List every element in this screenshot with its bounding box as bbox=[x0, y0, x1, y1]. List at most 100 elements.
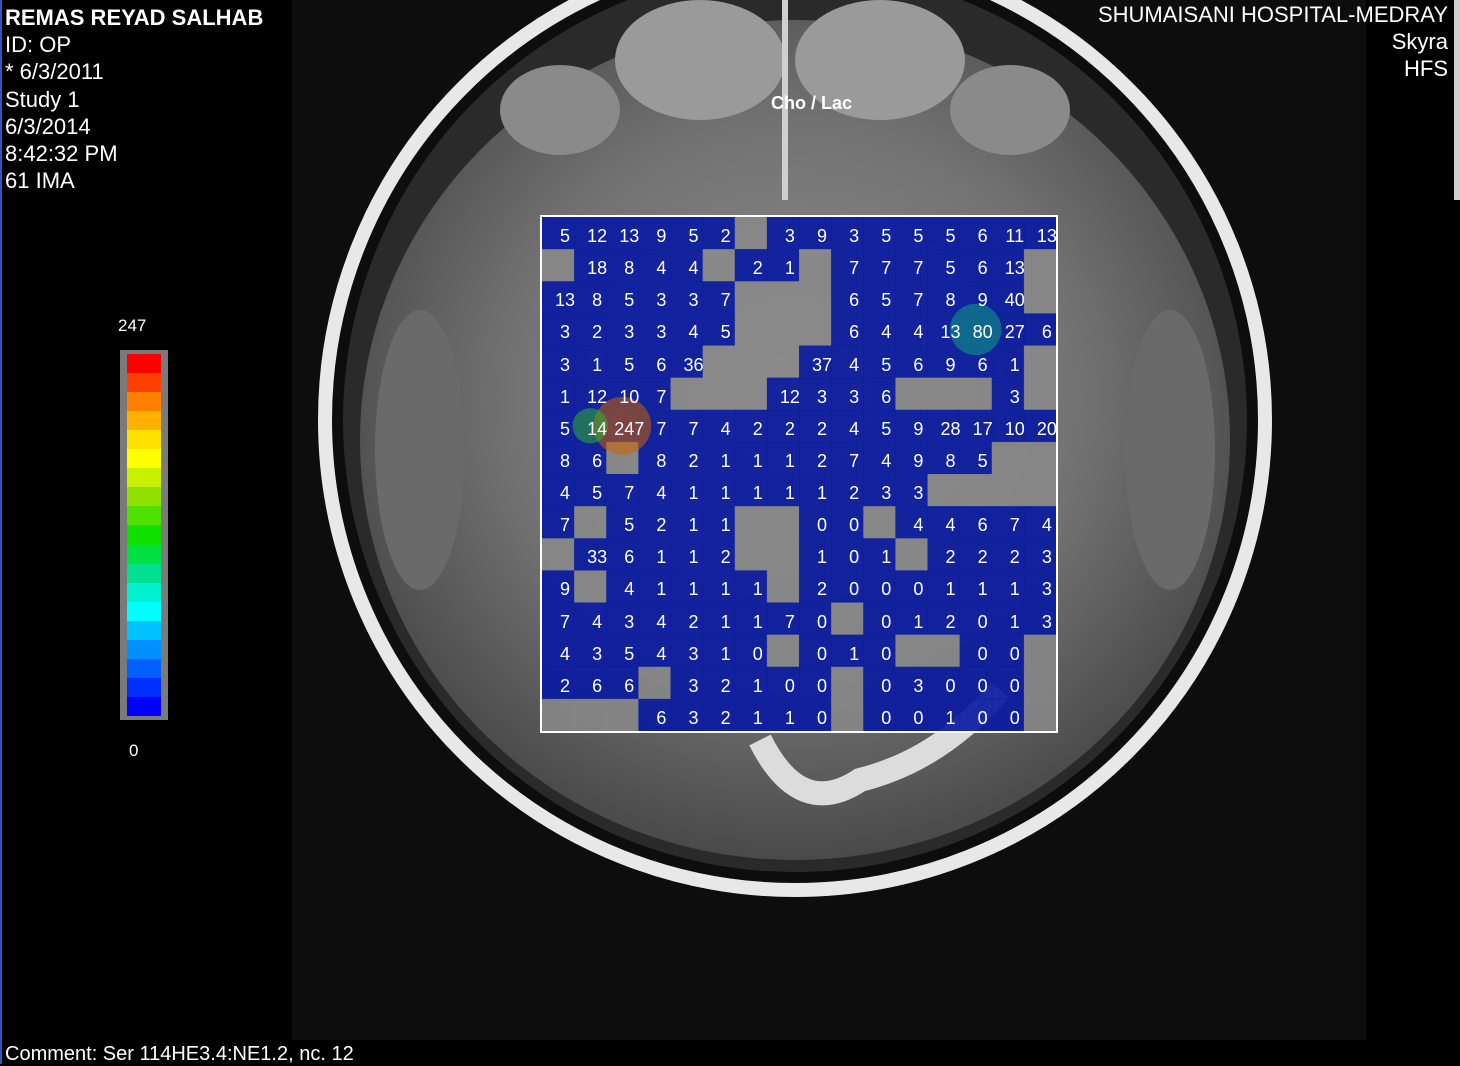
voxel-value: 9 bbox=[913, 450, 924, 471]
masked-voxel[interactable] bbox=[959, 474, 993, 507]
masked-voxel[interactable] bbox=[606, 698, 639, 731]
spectroscopy-grid[interactable]: 5 12 13 9 5 2 3 9 3 5 5 5 6 11 13 18 8 4 4 2 1 7 7 7 5 6 13 13 8 5 3 3 7… bbox=[540, 215, 1058, 733]
masked-voxel[interactable] bbox=[542, 249, 575, 282]
metabolite-map-title: Cho / Lac bbox=[771, 93, 853, 113]
voxel-value: 1 bbox=[784, 450, 795, 471]
scrollbar-thumb[interactable] bbox=[1454, 0, 1460, 200]
voxel-value: 4 bbox=[881, 450, 892, 471]
colorbar-segment bbox=[127, 487, 161, 507]
masked-voxel[interactable] bbox=[927, 377, 961, 411]
voxel-value: 0 bbox=[881, 579, 892, 600]
series-comment: Comment: Ser 114HE3.4:NE1.2, nc. 12 bbox=[5, 1043, 354, 1065]
colorbar-segment bbox=[127, 563, 161, 584]
colorbar-segment bbox=[127, 639, 161, 660]
voxel-value: 1 bbox=[881, 547, 892, 568]
voxel-value: 6 bbox=[592, 675, 603, 696]
voxel-value: 1 bbox=[752, 611, 763, 632]
masked-voxel[interactable] bbox=[799, 313, 832, 346]
masked-voxel[interactable] bbox=[702, 377, 736, 411]
voxel-value: 7 bbox=[559, 611, 570, 632]
voxel-value: 3 bbox=[688, 675, 699, 696]
colorbar-scale bbox=[127, 354, 161, 717]
voxel-value: 1 bbox=[752, 579, 763, 600]
colorbar-segment bbox=[127, 658, 161, 679]
voxel-value: 5 bbox=[881, 226, 892, 246]
voxel-value: 4 bbox=[656, 643, 667, 664]
voxel-value: 7 bbox=[849, 258, 860, 279]
masked-voxel[interactable] bbox=[1023, 474, 1056, 507]
voxel-value: 0 bbox=[1009, 643, 1020, 664]
voxel-value: 27 bbox=[1004, 322, 1025, 343]
colorbar-segment bbox=[127, 430, 161, 450]
voxel-value: 0 bbox=[977, 675, 988, 696]
voxel-value: 1 bbox=[656, 579, 667, 600]
masked-voxel[interactable] bbox=[927, 634, 961, 668]
voxel-value: 9 bbox=[559, 579, 570, 600]
voxel-value: 5 bbox=[945, 226, 956, 246]
masked-voxel[interactable] bbox=[734, 377, 768, 411]
masked-voxel[interactable] bbox=[799, 281, 832, 314]
voxel-value: 36 bbox=[683, 354, 704, 375]
voxel-value: 7 bbox=[913, 258, 924, 279]
voxel-value: 3 bbox=[624, 322, 635, 343]
masked-voxel[interactable] bbox=[766, 345, 800, 379]
voxel-value: 8 bbox=[559, 450, 570, 471]
voxel-value: 6 bbox=[656, 707, 667, 728]
voxel-value: 247 bbox=[614, 418, 645, 439]
site-info: SHUMAISANI HOSPITAL-MEDRAY Skyra HFS bbox=[1098, 1, 1448, 82]
voxel-value: 0 bbox=[816, 643, 827, 664]
voxel-value: 1 bbox=[720, 515, 731, 536]
voxel-value: 1 bbox=[688, 483, 699, 503]
voxel-value: 7 bbox=[624, 483, 635, 503]
voxel-value: 1 bbox=[1009, 354, 1020, 375]
voxel-value: 37 bbox=[811, 354, 833, 375]
patient-position: HFS bbox=[1404, 56, 1448, 81]
masked-voxel[interactable] bbox=[959, 377, 993, 411]
voxel-value: 2 bbox=[945, 611, 956, 632]
patient-dob: * 6/3/2011 bbox=[5, 59, 104, 85]
masked-voxel[interactable] bbox=[766, 313, 800, 346]
voxel-value: 3 bbox=[849, 386, 860, 407]
voxel-value: 4 bbox=[720, 418, 731, 439]
voxel-value: 1 bbox=[945, 579, 956, 600]
masked-voxel[interactable] bbox=[574, 698, 607, 731]
masked-voxel[interactable] bbox=[1023, 441, 1056, 475]
voxel-value: 5 bbox=[624, 643, 635, 664]
voxel-value: 7 bbox=[688, 418, 699, 439]
voxel-value: 3 bbox=[656, 322, 667, 343]
voxel-value: 13 bbox=[619, 226, 640, 246]
voxel-value: 12 bbox=[587, 386, 608, 407]
voxel-value: 13 bbox=[554, 290, 576, 311]
voxel-value: 12 bbox=[779, 386, 800, 407]
voxel-value: 2 bbox=[816, 450, 827, 471]
voxel-value: 17 bbox=[972, 418, 993, 439]
voxel-value: 0 bbox=[913, 707, 924, 728]
voxel-value: 0 bbox=[849, 547, 860, 568]
masked-voxel[interactable] bbox=[542, 698, 575, 731]
voxel-value: 7 bbox=[849, 450, 860, 471]
masked-voxel[interactable] bbox=[734, 345, 768, 379]
voxel-value: 1 bbox=[816, 547, 827, 568]
voxel-value: 2 bbox=[945, 547, 956, 568]
masked-voxel[interactable] bbox=[766, 506, 800, 539]
masked-voxel[interactable] bbox=[766, 281, 800, 314]
voxel-value: 5 bbox=[688, 226, 699, 246]
voxel-value: 1 bbox=[945, 707, 956, 728]
voxel-value: 4 bbox=[624, 579, 635, 600]
image-number: 61 IMA bbox=[5, 168, 75, 194]
voxel-value: 0 bbox=[1009, 675, 1020, 696]
voxel-value: 9 bbox=[913, 418, 924, 439]
colorbar-segment bbox=[127, 544, 161, 565]
voxel-value: 0 bbox=[881, 675, 892, 696]
colorbar-segment bbox=[127, 373, 161, 393]
voxel-value: 5 bbox=[624, 515, 635, 536]
voxel-value: 0 bbox=[977, 643, 988, 664]
masked-voxel[interactable] bbox=[991, 474, 1025, 507]
masked-voxel[interactable] bbox=[766, 538, 800, 571]
voxel-value: 7 bbox=[881, 258, 892, 279]
voxel-value: 5 bbox=[624, 290, 635, 311]
voxel-value: 3 bbox=[881, 483, 892, 503]
colorbar-segment bbox=[127, 677, 161, 698]
masked-voxel[interactable] bbox=[542, 538, 575, 571]
voxel-value: 5 bbox=[977, 450, 988, 471]
